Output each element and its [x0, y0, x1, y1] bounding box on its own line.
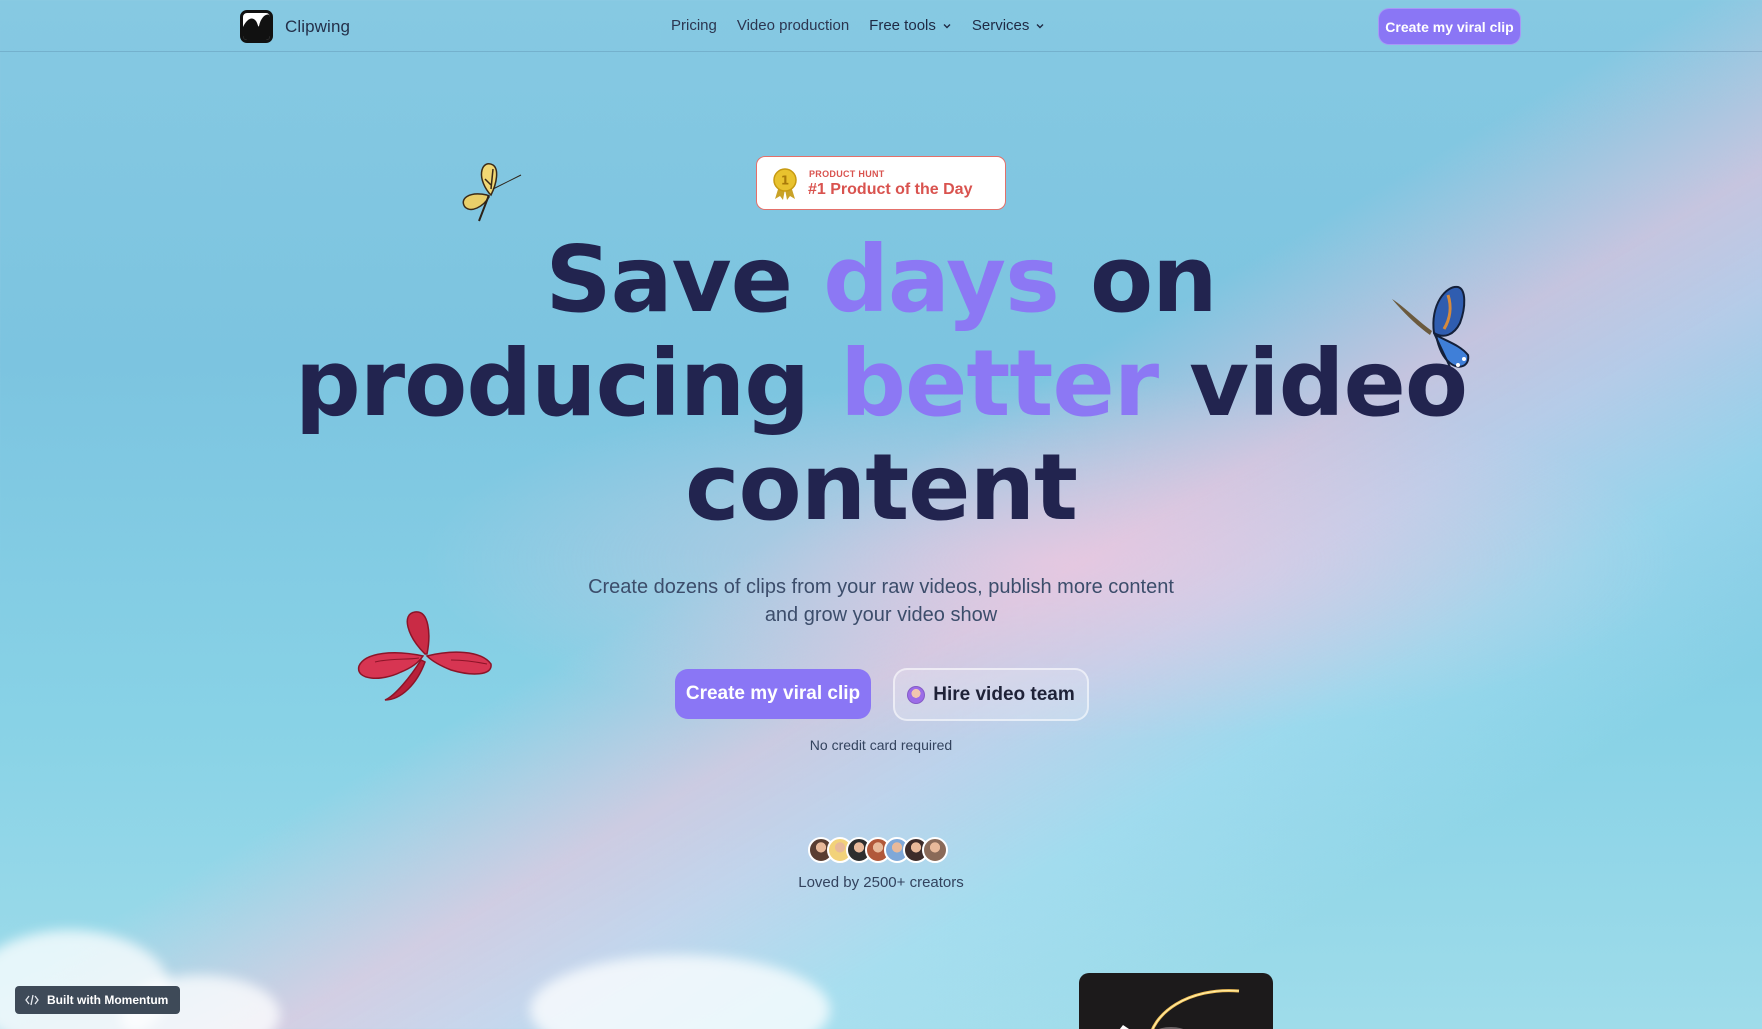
badge-title: #1 Product of the Day	[808, 181, 973, 198]
video-thumbnail	[1119, 989, 1240, 1029]
hire-video-team-label: Hire video team	[933, 683, 1075, 705]
create-clip-button[interactable]: Create my viral clip	[675, 669, 871, 719]
headline-line-2: producing better video	[0, 332, 1762, 436]
headline-text: producing	[294, 330, 841, 437]
brand-name: Clipwing	[285, 16, 351, 36]
medal-number: 1	[781, 174, 789, 188]
headline-accent-word: days	[823, 226, 1060, 333]
nav-link-video-production[interactable]: Video production	[737, 17, 849, 34]
headline-line-1: Save days on	[0, 228, 1762, 332]
headline-line-3: content	[684, 434, 1078, 541]
creator-avatars	[808, 837, 948, 863]
yellow-butterfly-icon	[462, 163, 522, 222]
subtitle-line-2: and grow your video show	[764, 604, 998, 626]
badge-source: PRODUCT HUNT	[809, 169, 885, 179]
hero-headline: Save days on producing better video cont…	[0, 228, 1762, 540]
nav-links: Pricing Video production Free tools Serv…	[671, 17, 1065, 34]
loved-by-creators-text: Loved by 2500+ creators	[798, 874, 964, 891]
subtitle-line-1: Create dozens of clips from your raw vid…	[588, 576, 1174, 598]
headline-text: Save	[545, 226, 824, 333]
built-with-momentum-badge[interactable]: Built with Momentum	[15, 986, 180, 1014]
headline-accent-word: better	[840, 330, 1159, 437]
code-icon	[25, 994, 39, 1006]
brand-link[interactable]: Clipwing	[240, 10, 350, 43]
nav-create-clip-button[interactable]: Create my viral clip	[1378, 8, 1521, 45]
hero-subtitle: Create dozens of clips from your raw vid…	[0, 573, 1762, 629]
clipwing-logo-icon	[240, 10, 273, 43]
top-navbar: Clipwing Pricing Video production Free t…	[0, 0, 1762, 52]
no-credit-card-note: No credit card required	[809, 737, 953, 753]
built-with-label: Built with Momentum	[47, 993, 169, 1007]
nav-dropdown-services[interactable]: Services	[972, 17, 1046, 34]
headline-text: on	[1058, 226, 1218, 333]
avatar	[922, 837, 948, 863]
nav-dropdown-label: Free tools	[869, 17, 936, 34]
chevron-down-icon	[943, 23, 951, 28]
nav-dropdown-free-tools[interactable]: Free tools	[869, 17, 952, 34]
cloud-shape	[530, 955, 830, 1029]
nav-link-pricing[interactable]: Pricing	[671, 17, 717, 34]
team-avatar-icon	[907, 685, 926, 704]
product-hunt-badge[interactable]: 1 PRODUCT HUNT #1 Product of the Day	[756, 156, 1006, 210]
nav-dropdown-label: Services	[971, 17, 1030, 34]
video-preview-card[interactable]	[1079, 973, 1273, 1029]
chevron-down-icon	[1036, 23, 1044, 28]
headline-text: video	[1158, 330, 1468, 437]
medal-icon: 1	[773, 168, 797, 200]
hire-video-team-button[interactable]: Hire video team	[893, 668, 1089, 721]
